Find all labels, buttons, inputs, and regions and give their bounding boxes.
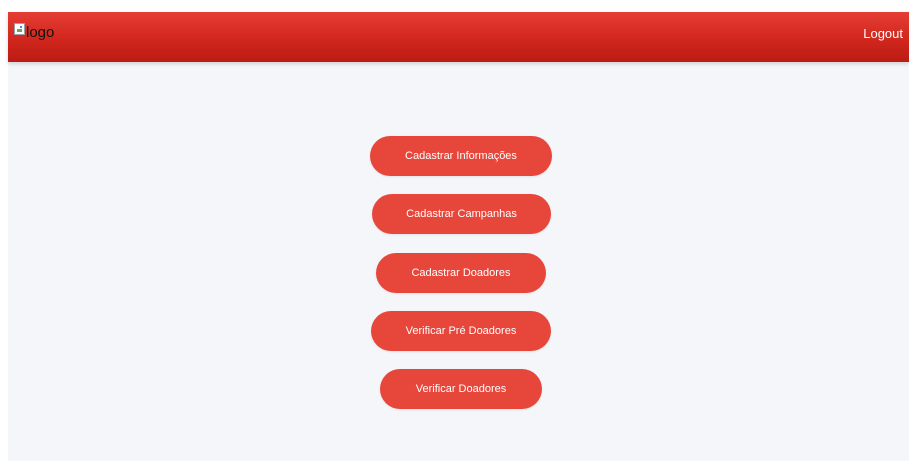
verificar-doadores-button[interactable]: Verificar Doadores — [380, 369, 542, 409]
logo-alt-text: logo — [26, 23, 55, 41]
logo[interactable]: logo — [14, 21, 54, 43]
logout-link[interactable]: Logout — [863, 26, 903, 41]
cadastrar-campanhas-button[interactable]: Cadastrar Campanhas — [372, 194, 551, 234]
broken-image-icon — [14, 23, 25, 35]
top-navbar: logo Logout — [8, 12, 909, 62]
cadastrar-doadores-button[interactable]: Cadastrar Doadores — [376, 253, 546, 293]
verificar-pre-doadores-button[interactable]: Verificar Pré Doadores — [371, 311, 551, 351]
cadastrar-informacoes-button[interactable]: Cadastrar Informações — [370, 136, 552, 176]
page: logo Logout Cadastrar Informações Cadast… — [8, 12, 909, 461]
